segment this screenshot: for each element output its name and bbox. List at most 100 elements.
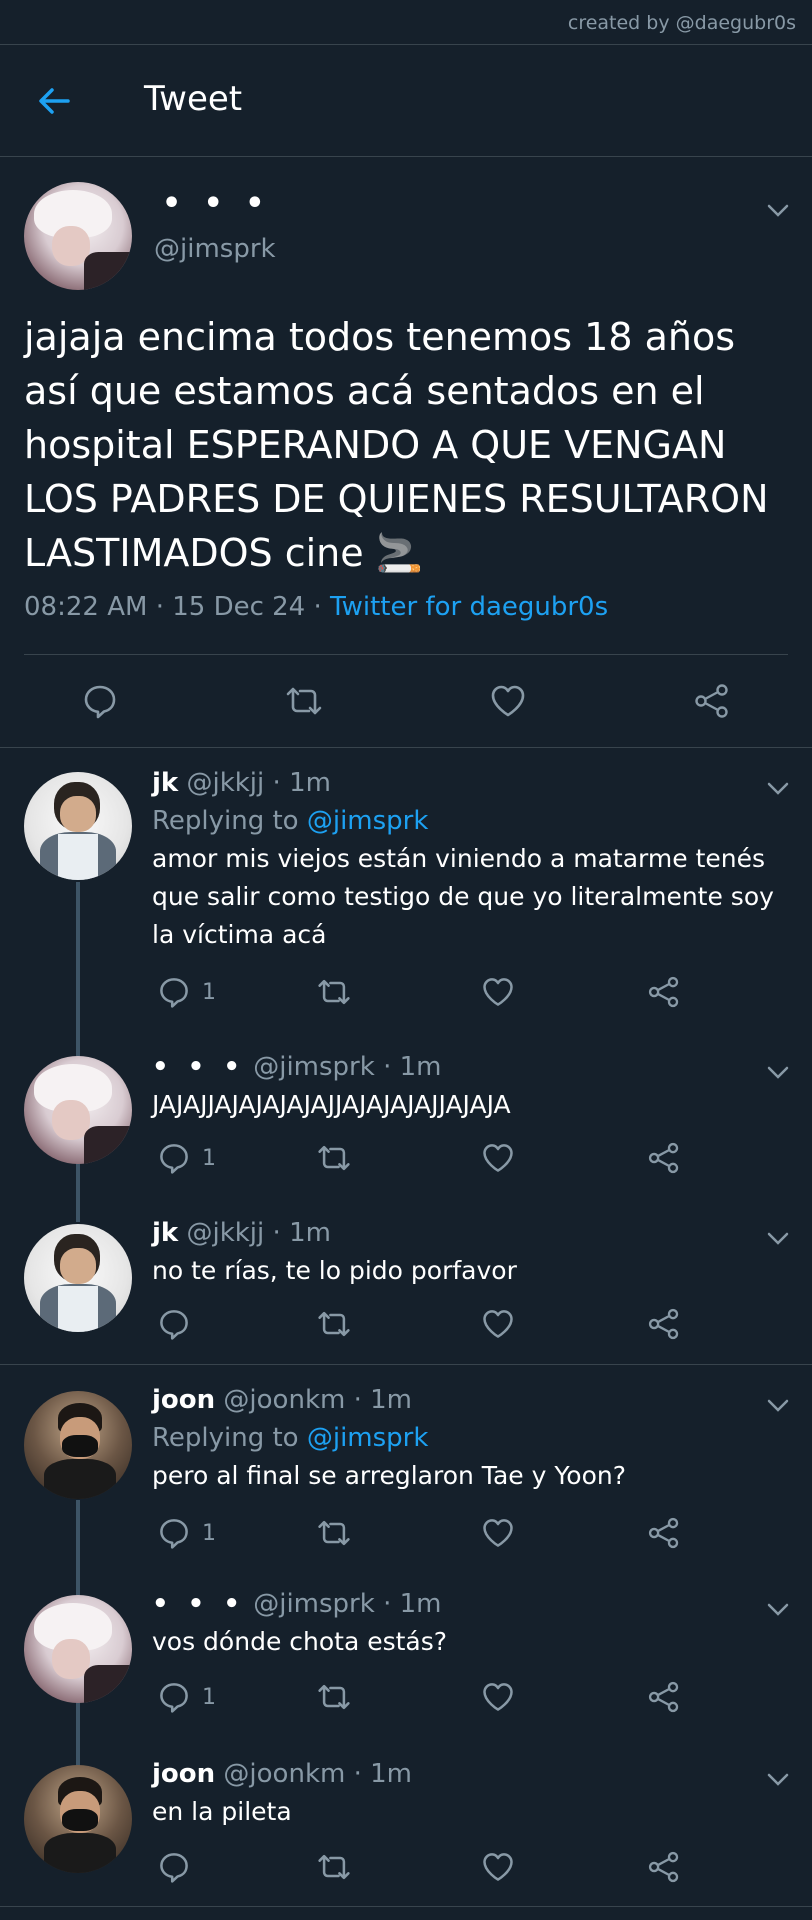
reply-tweet: joon @joonkm · 1m en la pileta [0,1733,812,1903]
tweet-meta: 08:22 AM · 15 Dec 24 · Twitter for daegu… [24,592,608,622]
author-name: joon [152,1385,216,1415]
reply-icon[interactable] [156,1515,192,1551]
author-handle[interactable]: @jimsprk [253,1052,375,1082]
reply-icon[interactable] [156,1849,192,1885]
reply-header: joon @joonkm · 1m [152,1759,412,1789]
reply-icon[interactable] [156,1679,192,1715]
chevron-down-icon[interactable] [764,200,792,220]
share-icon[interactable] [646,1679,682,1715]
meta-dot: · [313,592,322,622]
reply-actions: 1 [152,1515,712,1555]
avatar[interactable] [24,182,132,290]
like-icon[interactable] [480,1679,516,1715]
reply-header: jk @jkkjj · 1m [152,768,331,798]
reply-time: 1m [289,768,331,798]
meta-dot: · [383,1052,392,1082]
retweet-icon[interactable] [316,1679,352,1715]
author-handle[interactable]: @jkkjj [186,1218,264,1248]
reply-icon[interactable] [156,974,192,1010]
author-handle[interactable]: @joonkm [223,1759,345,1789]
reply-icon[interactable] [156,1306,192,1342]
like-icon[interactable] [480,1849,516,1885]
reply-text: vos dónde chota estás? [152,1627,448,1656]
author-name: • • • [152,1589,245,1619]
reply-tweet: jk @jkkjj · 1m Replying to @jimsprk amor… [0,748,812,1044]
avatar[interactable] [24,1595,132,1703]
reply-text: JAJAJJAJAJAJAJAJJAJAJAJAJJAJAJA [152,1090,511,1119]
credit-text: created by @daegubr0s [567,12,796,34]
like-icon[interactable] [480,974,516,1010]
chevron-down-icon[interactable] [764,1769,792,1789]
share-icon[interactable] [692,681,732,721]
replying-label: Replying to [152,1423,299,1453]
meta-dot: · [272,1218,281,1248]
author-name: jk [152,1218,179,1248]
reply-time: 1m [370,1759,412,1789]
retweet-icon[interactable] [316,1849,352,1885]
reply-header: • • • @jimsprk · 1m [152,1589,441,1619]
reply-header: jk @jkkjj · 1m [152,1218,331,1248]
reply-time: 1m [399,1589,442,1619]
meta-dot: · [155,592,164,622]
chevron-down-icon[interactable] [764,1599,792,1619]
reply-icon[interactable] [80,681,120,721]
reply-time: 1m [289,1218,331,1248]
meta-dot: · [353,1385,362,1415]
reply-text: en la pileta [152,1797,292,1826]
reply-actions: 1 [152,974,712,1014]
chevron-down-icon[interactable] [764,778,792,798]
reply-header: • • • @jimsprk · 1m [152,1052,441,1082]
reply-time: 1m [399,1052,442,1082]
reply-text: pero al final se arreglaron Tae y Yoon? [152,1461,626,1490]
reply-tweet: • • • @jimsprk · 1m JAJAJJAJAJAJAJAJJAJA… [0,1044,812,1212]
avatar[interactable] [24,1391,132,1499]
reply-header: joon @joonkm · 1m [152,1385,412,1415]
header: Tweet [0,45,812,157]
like-icon[interactable] [480,1515,516,1551]
share-icon[interactable] [646,1515,682,1551]
share-icon[interactable] [646,1306,682,1342]
avatar[interactable] [24,1765,132,1873]
meta-dot: · [272,768,281,798]
author-name: jk [152,768,179,798]
reply-text: amor mis viejos están viniendo a matarme… [152,844,774,949]
chevron-down-icon[interactable] [764,1395,792,1415]
retweet-icon[interactable] [284,681,324,721]
reply-tweet: joon @joonkm · 1m Replying to @jimsprk p… [0,1365,812,1565]
reply-actions: 1 [152,1140,712,1180]
tweet-source[interactable]: Twitter for daegubr0s [330,592,608,622]
like-icon[interactable] [480,1306,516,1342]
author-name: joon [152,1759,216,1789]
replying-label: Replying to [152,806,299,836]
author-handle[interactable]: @jimsprk [154,234,276,264]
share-icon[interactable] [646,974,682,1010]
author-name: • • • [152,1052,245,1082]
avatar[interactable] [24,772,132,880]
author-name: • • • [162,186,271,221]
avatar[interactable] [24,1224,132,1332]
retweet-icon[interactable] [316,1515,352,1551]
retweet-icon[interactable] [316,974,352,1010]
author-handle[interactable]: @joonkm [223,1385,345,1415]
meta-dot: · [383,1589,392,1619]
back-arrow-icon[interactable] [34,81,74,121]
chevron-down-icon[interactable] [764,1228,792,1248]
avatar[interactable] [24,1056,132,1164]
retweet-icon[interactable] [316,1306,352,1342]
meta-dot: · [353,1759,362,1789]
reply-icon[interactable] [156,1140,192,1176]
like-icon[interactable] [488,681,528,721]
replying-to: Replying to @jimsprk [152,806,428,836]
chevron-down-icon[interactable] [764,1062,792,1082]
replying-mention[interactable]: @jimsprk [307,806,429,836]
like-icon[interactable] [480,1140,516,1176]
author-handle[interactable]: @jimsprk [253,1589,375,1619]
share-icon[interactable] [646,1140,682,1176]
tweet-time: 08:22 AM [24,592,148,622]
replying-to: Replying to @jimsprk [152,1423,428,1453]
author-handle[interactable]: @jkkjj [186,768,264,798]
share-icon[interactable] [646,1849,682,1885]
reply-actions: 1 [152,1679,712,1719]
retweet-icon[interactable] [316,1140,352,1176]
replying-mention[interactable]: @jimsprk [307,1423,429,1453]
